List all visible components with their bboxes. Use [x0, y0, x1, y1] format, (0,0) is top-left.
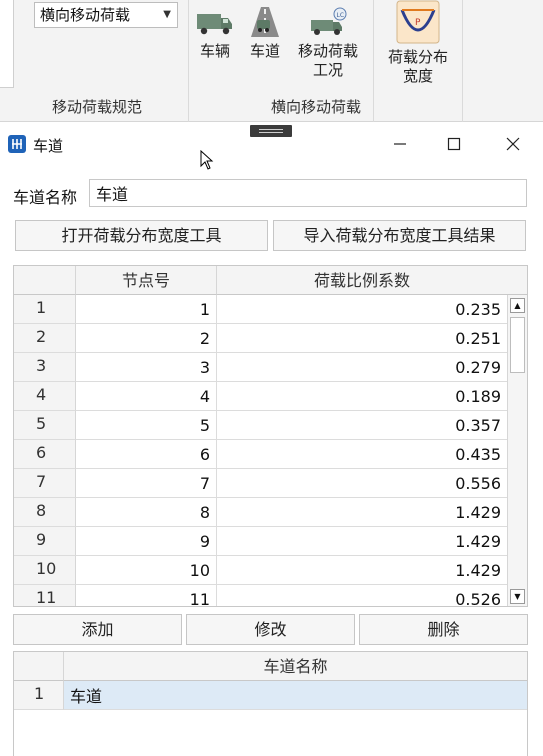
row-header[interactable]: 1 — [14, 681, 64, 710]
node-cell[interactable]: 6 — [76, 440, 217, 469]
coefficient-cell[interactable]: 0.189 — [217, 382, 507, 411]
lane-name-input[interactable] — [89, 179, 527, 207]
scroll-up-icon[interactable]: ▲ — [510, 298, 525, 313]
row-header[interactable]: 4 — [14, 382, 76, 411]
lane-button[interactable]: 车道 — [243, 6, 287, 61]
coefficient-cell[interactable]: 0.556 — [217, 469, 507, 498]
load-distribution-width-button[interactable]: P 荷载分布 宽度 — [381, 0, 455, 86]
node-cell[interactable]: 5 — [76, 411, 217, 440]
modify-button[interactable]: 修改 — [186, 614, 355, 645]
scrollbar-thumb[interactable] — [510, 317, 525, 373]
app-icon — [8, 135, 26, 153]
coefficient-cell[interactable]: 0.251 — [217, 324, 507, 353]
close-icon[interactable] — [506, 134, 520, 157]
node-cell[interactable]: 3 — [76, 353, 217, 382]
drag-handle-icon[interactable] — [250, 125, 292, 137]
table-row[interactable]: 3 3 0.279 — [14, 353, 507, 382]
add-button[interactable]: 添加 — [13, 614, 182, 645]
node-cell[interactable]: 7 — [76, 469, 217, 498]
coefficient-cell[interactable]: 0.526 — [217, 585, 507, 606]
ribbon-left-panel — [0, 0, 14, 88]
open-load-width-tool-button[interactable]: 打开荷载分布宽度工具 — [15, 220, 268, 251]
table-row[interactable]: 6 6 0.435 — [14, 440, 507, 469]
road-icon — [251, 7, 279, 37]
mouse-cursor-icon — [200, 149, 214, 174]
distribution-curve-icon: P — [396, 0, 440, 44]
lane-name-label: 车道名称 — [13, 188, 78, 207]
table-vertical-scrollbar[interactable]: ▲ ▼ — [507, 295, 527, 606]
node-cell[interactable]: 8 — [76, 498, 217, 527]
coefficient-cell[interactable]: 1.429 — [217, 527, 507, 556]
column-header-node[interactable]: 节点号 — [76, 266, 217, 295]
table-row[interactable]: 8 8 1.429 — [14, 498, 507, 527]
row-header[interactable]: 1 — [14, 295, 76, 324]
load-type-combo[interactable]: 横向移动荷载 ▼ — [34, 2, 178, 28]
vehicle-button-label: 车辆 — [199, 42, 230, 60]
svg-text:P: P — [415, 18, 421, 28]
table-corner-header — [14, 266, 76, 295]
maximize-icon[interactable] — [447, 134, 461, 157]
coefficient-cell[interactable]: 1.429 — [217, 556, 507, 585]
load-distribution-line1: 荷载分布 — [387, 48, 448, 66]
coefficient-cell[interactable]: 0.357 — [217, 411, 507, 440]
delete-button[interactable]: 删除 — [359, 614, 528, 645]
table-row[interactable]: 9 9 1.429 — [14, 527, 507, 556]
lane-list-row-selected[interactable]: 车道 — [64, 681, 527, 710]
coefficient-cell[interactable]: 0.279 — [217, 353, 507, 382]
row-header[interactable]: 7 — [14, 469, 76, 498]
lane-button-label: 车道 — [249, 42, 280, 60]
row-header[interactable]: 5 — [14, 411, 76, 440]
node-cell[interactable]: 9 — [76, 527, 217, 556]
ribbon-separator — [462, 0, 463, 122]
table-row[interactable]: 4 4 0.189 — [14, 382, 507, 411]
lane-list-corner-header — [14, 652, 64, 681]
load-type-combo-value: 横向移动荷载 — [40, 6, 131, 24]
truck-icon — [197, 14, 232, 35]
import-load-width-result-button[interactable]: 导入荷载分布宽度工具结果 — [273, 220, 526, 251]
group-label-moving-load-spec: 移动荷载规范 — [52, 98, 143, 116]
table-row[interactable]: 11 11 0.526 — [14, 585, 507, 606]
moving-load-case-line2: 工况 — [312, 61, 343, 79]
row-header[interactable]: 10 — [14, 556, 76, 585]
node-cell[interactable]: 2 — [76, 324, 217, 353]
row-header[interactable]: 9 — [14, 527, 76, 556]
coefficient-cell[interactable]: 0.435 — [217, 440, 507, 469]
row-header[interactable]: 8 — [14, 498, 76, 527]
table-row[interactable]: 2 2 0.251 — [14, 324, 507, 353]
window-title: 车道 — [33, 137, 64, 155]
table-row[interactable]: 7 7 0.556 — [14, 469, 507, 498]
row-header[interactable]: 6 — [14, 440, 76, 469]
ribbon-separator — [373, 0, 374, 122]
vehicle-button[interactable]: 车辆 — [193, 6, 237, 61]
table-row[interactable]: 1 1 0.235 — [14, 295, 507, 324]
row-header[interactable]: 2 — [14, 324, 76, 353]
ribbon: 横向移动荷载 ▼ 移动荷载规范 车辆 车道 LC 移动荷载 工况 P 荷载分布 … — [0, 0, 543, 122]
row-header[interactable]: 11 — [14, 585, 76, 606]
table-row[interactable]: 10 10 1.429 — [14, 556, 507, 585]
moving-load-icon: LC — [311, 7, 347, 35]
load-distribution-line2: 宽度 — [402, 67, 433, 85]
node-cell[interactable]: 4 — [76, 382, 217, 411]
node-cell[interactable]: 1 — [76, 295, 217, 324]
svg-text:LC: LC — [337, 12, 345, 19]
row-header[interactable]: 3 — [14, 353, 76, 382]
coefficient-cell[interactable]: 1.429 — [217, 498, 507, 527]
column-header-lane-name[interactable]: 车道名称 — [64, 652, 527, 681]
node-cell[interactable]: 10 — [76, 556, 217, 585]
header-scroll-spacer — [507, 266, 527, 295]
group-label-lateral-moving-load: 横向移动荷载 — [271, 98, 362, 116]
table-row[interactable]: 5 5 0.357 — [14, 411, 507, 440]
moving-load-case-button[interactable]: LC 移动荷载 工况 — [291, 6, 365, 80]
scroll-down-icon[interactable]: ▼ — [510, 589, 525, 604]
node-cell[interactable]: 11 — [76, 585, 217, 606]
column-header-coefficient[interactable]: 荷载比例系数 — [217, 266, 507, 295]
lane-list-table[interactable]: 车道名称 1 车道 — [13, 651, 528, 756]
moving-load-case-line1: 移动荷载 — [297, 42, 358, 60]
chevron-down-icon[interactable]: ▼ — [163, 3, 171, 27]
minimize-icon[interactable] — [393, 134, 407, 157]
ribbon-separator — [188, 0, 189, 122]
coefficient-cell[interactable]: 0.235 — [217, 295, 507, 324]
node-coefficient-table[interactable]: 节点号 荷载比例系数 1 1 0.235 2 2 0.251 3 3 0.279 4 4 0.189 5… — [13, 265, 528, 607]
